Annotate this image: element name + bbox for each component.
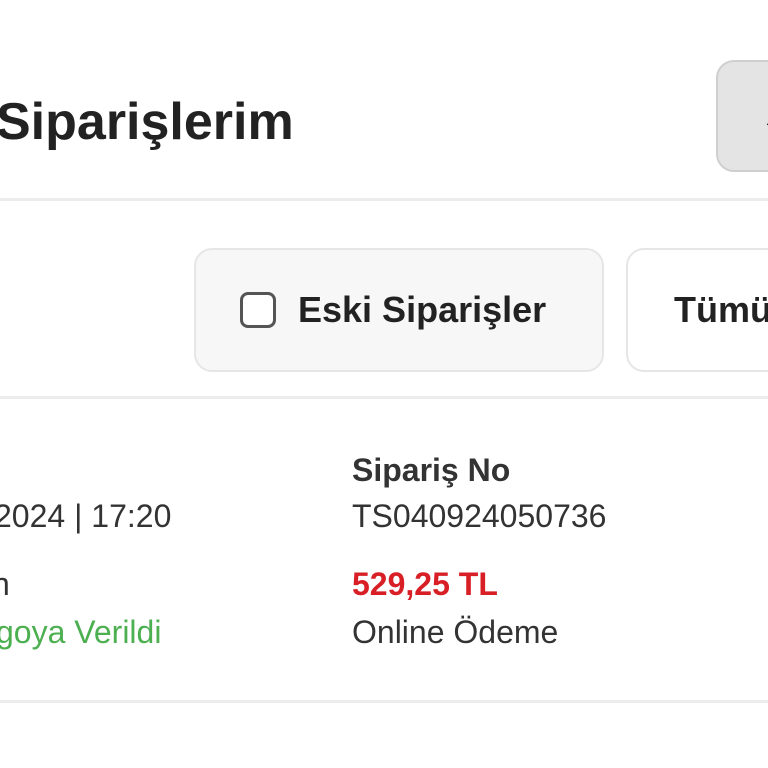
- old-orders-label: Eski Siparişler: [298, 289, 547, 330]
- old-orders-filter-button[interactable]: Eski Siparişler: [194, 248, 604, 372]
- old-orders-checkbox[interactable]: [240, 292, 276, 328]
- all-orders-filter-button[interactable]: Tümü: [626, 248, 768, 372]
- order-payment-method: Online Ödeme: [352, 614, 559, 650]
- header-action-button[interactable]: ←: [716, 60, 768, 172]
- filters-divider: [0, 396, 768, 399]
- order-divider: [0, 700, 768, 703]
- orders-page: Siparişlerim ← Eski Siparişler Tümü 2024…: [0, 0, 768, 768]
- order-total: 529,25 TL: [352, 566, 498, 602]
- order-date-time: 2024 | 17:20: [0, 498, 172, 534]
- all-orders-label: Tümü: [674, 289, 768, 330]
- order-status: goya Verildi: [0, 614, 162, 650]
- order-no-value: TS040924050736: [352, 498, 607, 534]
- header-divider: [0, 198, 768, 201]
- order-no-label: Sipariş No: [352, 452, 511, 488]
- back-arrow-icon: ←: [760, 102, 768, 136]
- page-title: Siparişlerim: [0, 93, 294, 151]
- order-left-label: n: [0, 566, 10, 602]
